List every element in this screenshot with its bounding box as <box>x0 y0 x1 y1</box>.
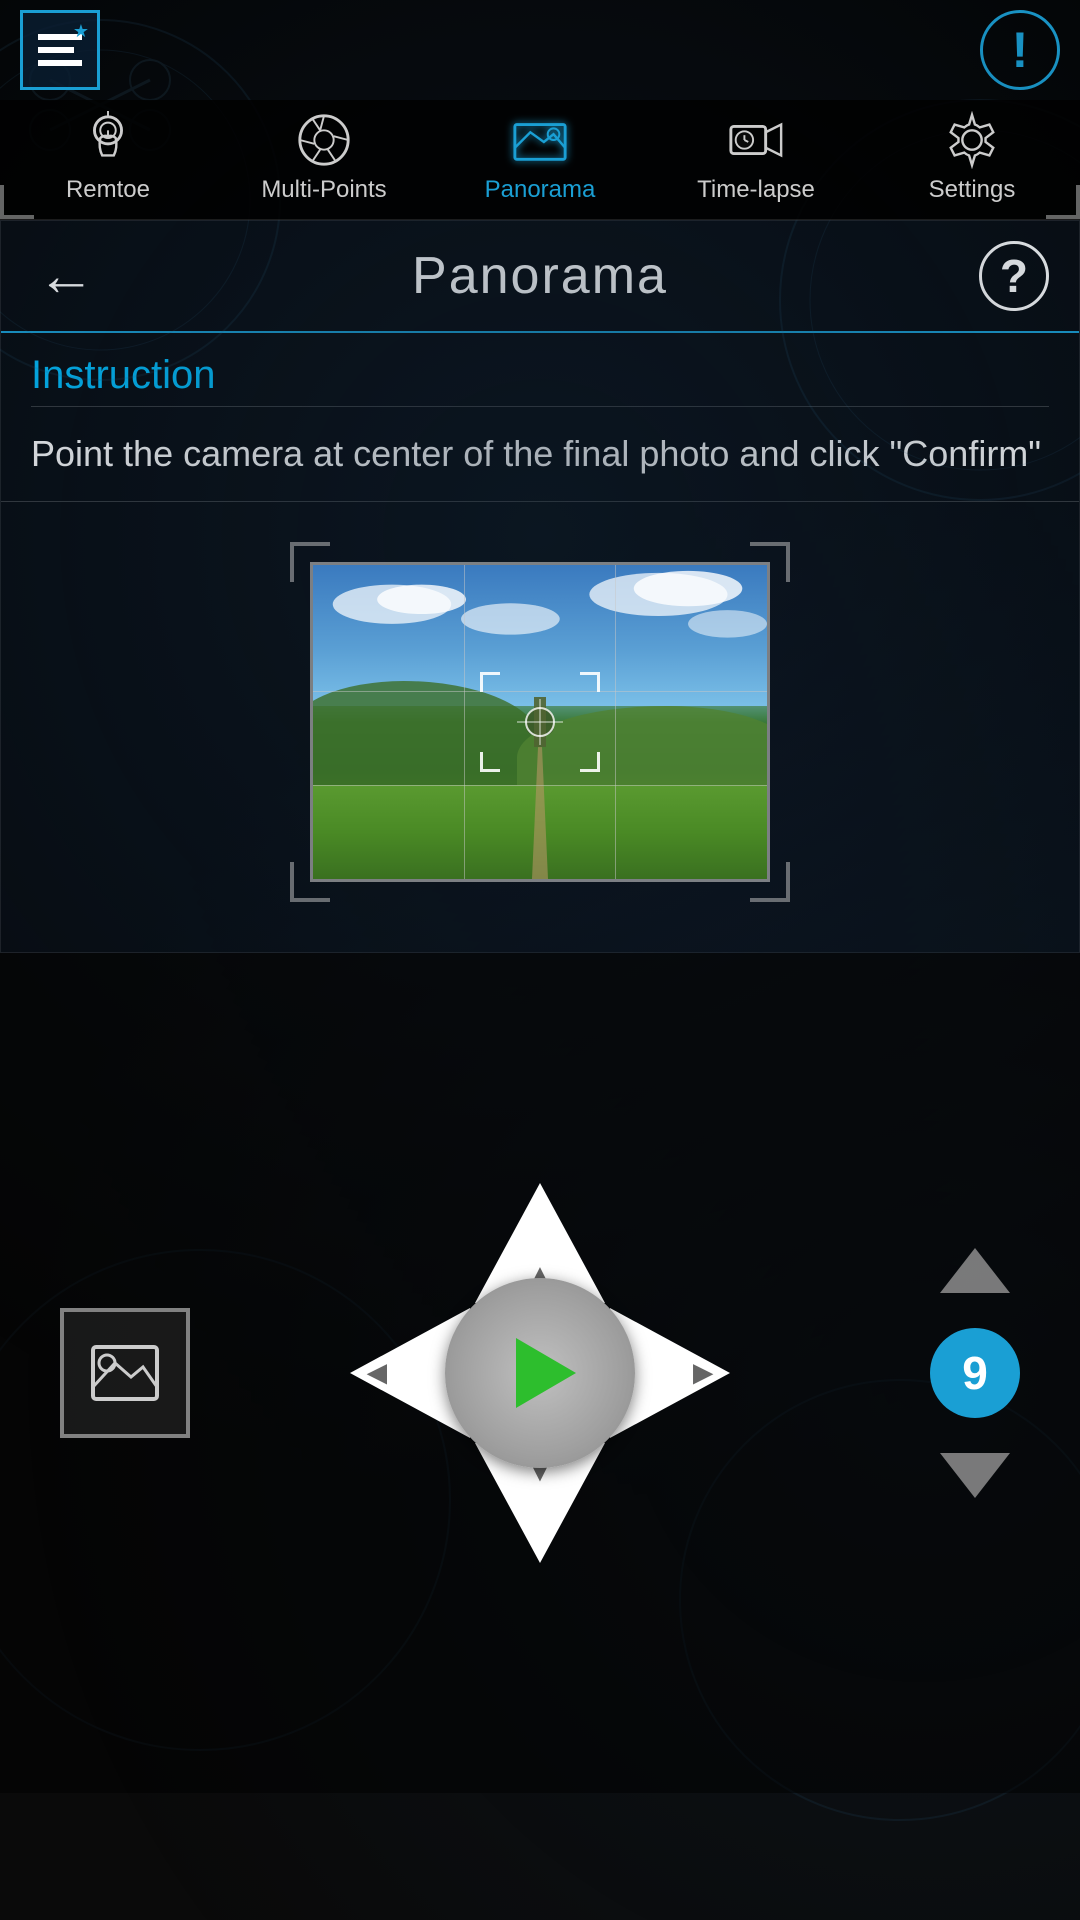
bracket-corner-tl <box>480 672 500 692</box>
back-button[interactable]: ← <box>31 241 101 311</box>
play-icon <box>516 1338 576 1408</box>
control-section: ▲ ▼ ◄ ► 9 <box>0 953 1080 1793</box>
sidebar-item-timelapse[interactable]: Time-lapse <box>648 110 864 204</box>
instruction-text: Point the camera at center of the final … <box>31 427 1049 481</box>
gallery-icon <box>85 1333 165 1413</box>
menu-button[interactable]: ★ <box>20 10 100 90</box>
sidebar-item-panorama[interactable]: Panorama <box>432 110 648 204</box>
panorama-nav-label: Panorama <box>485 176 596 204</box>
sidebar-item-multipoints[interactable]: Multi-Points <box>216 110 432 204</box>
settings-nav-label: Settings <box>929 176 1016 204</box>
multipoints-nav-label: Multi-Points <box>261 176 386 204</box>
camera-preview <box>310 562 770 882</box>
sidebar-item-settings[interactable]: Settings <box>864 110 1080 204</box>
focus-bracket <box>480 672 600 772</box>
side-controls-left <box>60 1308 190 1438</box>
side-controls-right: 9 <box>930 1243 1020 1503</box>
bracket-corner-bl <box>480 752 500 772</box>
preview-wrapper <box>290 542 790 902</box>
star-icon: ★ <box>73 21 89 42</box>
timelapse-nav-label: Time-lapse <box>697 176 815 204</box>
gallery-button[interactable] <box>60 1308 190 1438</box>
dpad-right-arrow-icon: ► <box>686 1356 720 1390</box>
remote-nav-label: Remtoe <box>66 176 150 204</box>
number-badge[interactable]: 9 <box>930 1328 1020 1418</box>
dpad-left-arrow-icon: ◄ <box>360 1356 394 1390</box>
zoom-down-button[interactable] <box>940 1448 1010 1503</box>
alert-button[interactable]: ! <box>980 10 1060 90</box>
center-crosshair <box>525 707 555 737</box>
dpad-container: ▲ ▼ ◄ ► <box>350 1183 730 1563</box>
remote-icon <box>73 110 143 170</box>
chevron-up-icon <box>940 1248 1010 1293</box>
timelapse-icon <box>721 110 791 170</box>
help-icon: ? <box>1000 249 1028 303</box>
bracket-corner-br <box>580 752 600 772</box>
instruction-section: Instruction Point the camera at center o… <box>1 333 1079 502</box>
sidebar-item-remote[interactable]: Remtoe <box>0 110 216 204</box>
settings-icon <box>937 110 1007 170</box>
play-button[interactable] <box>445 1278 635 1468</box>
top-bar: ★ ! <box>0 0 1080 100</box>
back-arrow-icon: ← <box>37 247 95 305</box>
bracket-corner-tr <box>580 672 600 692</box>
page-title: Panorama <box>412 246 668 306</box>
instruction-label: Instruction <box>31 353 1049 407</box>
alert-icon: ! <box>1012 21 1029 79</box>
zoom-up-button[interactable] <box>940 1243 1010 1298</box>
main-content: ← Panorama ? Instruction Point the camer… <box>0 220 1080 953</box>
panorama-photo <box>313 565 767 879</box>
camera-preview-area <box>1 502 1079 952</box>
multipoints-icon <box>289 110 359 170</box>
panorama-icon <box>505 110 575 170</box>
chevron-down-icon <box>940 1453 1010 1498</box>
page-header: ← Panorama ? <box>1 221 1079 333</box>
navigation-bar: Remtoe Multi-Points <box>0 100 1080 220</box>
help-button[interactable]: ? <box>979 241 1049 311</box>
